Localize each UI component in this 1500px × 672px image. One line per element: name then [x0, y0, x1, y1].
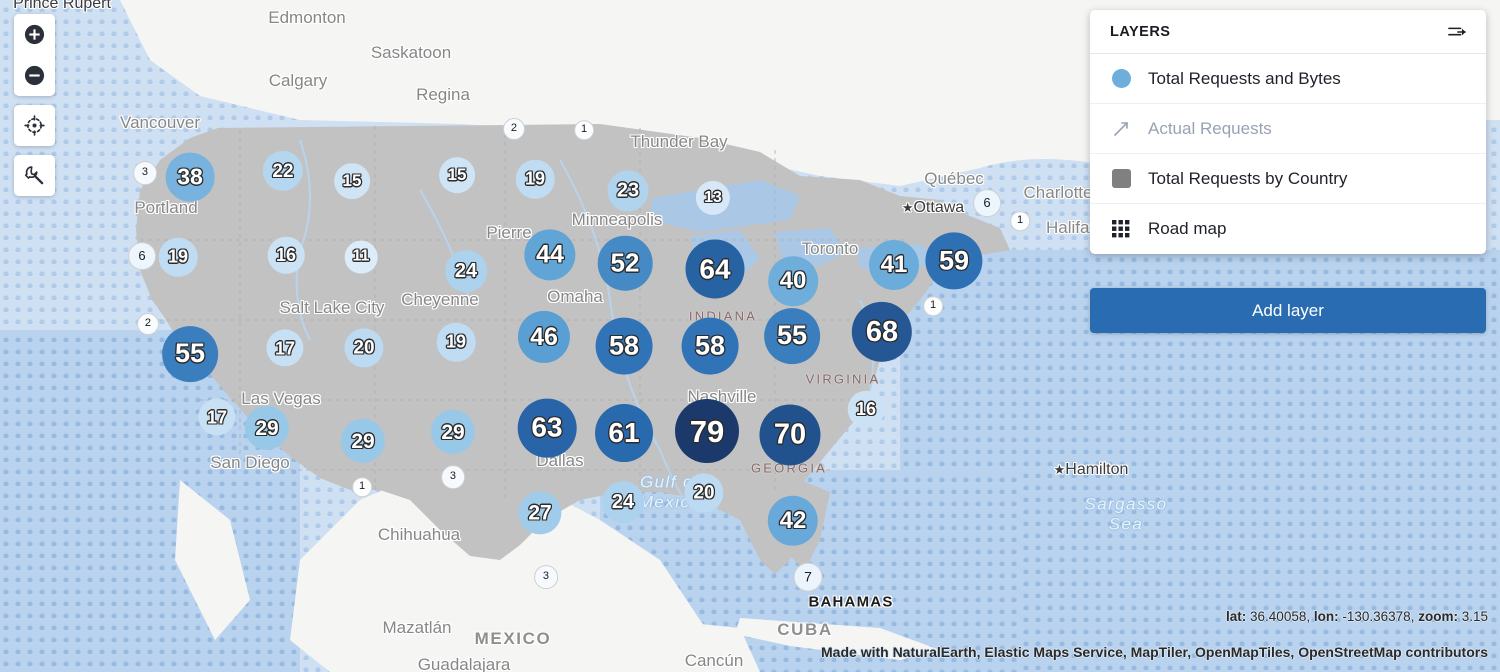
- map-data-marker[interactable]: 79: [675, 399, 739, 463]
- map-data-marker[interactable]: 59: [925, 232, 983, 290]
- lon-value: -130.36378: [1342, 609, 1411, 624]
- map-data-marker[interactable]: 16: [267, 236, 305, 274]
- map-data-marker[interactable]: 24: [602, 481, 644, 523]
- map-data-marker[interactable]: 19: [436, 322, 476, 362]
- square-symbol-icon: [1110, 169, 1132, 188]
- map-data-marker[interactable]: 1: [923, 296, 943, 316]
- zoom-label: zoom:: [1418, 609, 1458, 624]
- map-data-marker[interactable]: 16: [847, 390, 885, 428]
- crosshair-icon: [24, 115, 45, 136]
- map-data-marker[interactable]: 20: [684, 473, 724, 513]
- map-data-marker[interactable]: 3: [133, 161, 157, 185]
- circle-symbol-icon: [1110, 69, 1132, 88]
- lon-label: lon:: [1313, 609, 1339, 624]
- layer-list[interactable]: Total Requests and Bytes Actual Requests…: [1090, 54, 1486, 254]
- layers-panel-title: LAYERS: [1110, 24, 1171, 40]
- zoom-control-group[interactable]: [14, 14, 55, 96]
- plus-circle-icon: [24, 24, 45, 45]
- map-data-marker[interactable]: 46: [517, 310, 571, 364]
- lat-value: 36.40058: [1250, 609, 1307, 624]
- map-data-marker[interactable]: 38: [165, 152, 215, 202]
- map-data-marker[interactable]: 41: [868, 239, 920, 291]
- tools-control-group[interactable]: [14, 155, 55, 196]
- map-controls[interactable]: [14, 14, 55, 196]
- layer-row-road-map[interactable]: Road map: [1090, 204, 1486, 254]
- minus-circle-icon: [24, 65, 45, 86]
- map-data-marker[interactable]: 19: [158, 237, 198, 277]
- zoom-value: 3.15: [1461, 609, 1488, 624]
- layer-settings-icon[interactable]: [1446, 23, 1468, 41]
- map-attribution: Made with NaturalEarth, Elastic Maps Ser…: [821, 644, 1488, 660]
- map-data-marker[interactable]: 52: [597, 235, 653, 291]
- map-data-marker[interactable]: 15: [439, 157, 475, 193]
- layer-row-total-requests-by-country[interactable]: Total Requests by Country: [1090, 154, 1486, 204]
- map-data-marker[interactable]: 55: [764, 308, 820, 364]
- zoom-out-button[interactable]: [14, 55, 55, 96]
- layer-row-actual-requests[interactable]: Actual Requests: [1090, 104, 1486, 154]
- map-data-marker[interactable]: 2: [503, 118, 525, 140]
- grid-symbol-icon: [1110, 219, 1132, 239]
- map-data-marker[interactable]: 11: [344, 240, 378, 274]
- layer-label: Total Requests and Bytes: [1148, 68, 1341, 88]
- map-data-marker[interactable]: 2: [137, 313, 159, 335]
- layer-label: Actual Requests: [1148, 118, 1272, 138]
- map-data-marker[interactable]: 3: [441, 465, 465, 489]
- map-data-marker[interactable]: 20: [344, 328, 384, 368]
- map-data-marker[interactable]: 64: [685, 239, 745, 299]
- map-data-marker[interactable]: 3: [534, 565, 558, 589]
- map-data-marker[interactable]: 15: [334, 163, 370, 199]
- lines-arrow-icon: [1448, 27, 1466, 36]
- map-data-marker[interactable]: 58: [681, 317, 739, 375]
- map-data-marker[interactable]: 23: [607, 170, 649, 212]
- fit-bounds-control-group[interactable]: [14, 105, 55, 146]
- map-data-marker[interactable]: 63: [517, 398, 577, 458]
- layer-label: Total Requests by Country: [1148, 168, 1348, 188]
- wrench-icon: [24, 166, 44, 185]
- map-data-marker[interactable]: 1: [1010, 211, 1030, 231]
- layers-panel-header: LAYERS: [1090, 10, 1486, 54]
- fit-to-data-bounds-button[interactable]: [14, 105, 55, 146]
- map-data-marker[interactable]: 1: [574, 120, 594, 140]
- layer-label: Road map: [1148, 219, 1227, 238]
- lat-label: lat:: [1226, 609, 1247, 624]
- map-data-marker[interactable]: 6: [973, 189, 1001, 217]
- diagonal-arrow-icon: [1110, 119, 1132, 139]
- map-data-marker[interactable]: 40: [768, 256, 818, 306]
- map-data-marker[interactable]: 61: [595, 404, 653, 462]
- zoom-in-button[interactable]: [14, 14, 55, 55]
- map-data-marker[interactable]: 55: [162, 326, 218, 382]
- layer-row-total-requests-and-bytes[interactable]: Total Requests and Bytes: [1090, 54, 1486, 104]
- layers-panel[interactable]: LAYERS Total Requests and Bytes Actual R…: [1090, 10, 1486, 254]
- map-data-marker[interactable]: 70: [759, 404, 821, 466]
- map-data-marker[interactable]: 58: [595, 317, 653, 375]
- map-data-marker[interactable]: 19: [515, 159, 555, 199]
- map-data-marker[interactable]: 24: [445, 250, 487, 292]
- add-layer-button[interactable]: Add layer: [1090, 288, 1486, 333]
- map-data-marker[interactable]: 7: [793, 562, 823, 592]
- coordinate-readout: lat: 36.40058, lon: -130.36378, zoom: 3.…: [1226, 609, 1488, 624]
- map-data-marker[interactable]: 1: [352, 477, 372, 497]
- map-data-marker[interactable]: 6: [128, 242, 156, 270]
- map-tools-button[interactable]: [14, 155, 55, 196]
